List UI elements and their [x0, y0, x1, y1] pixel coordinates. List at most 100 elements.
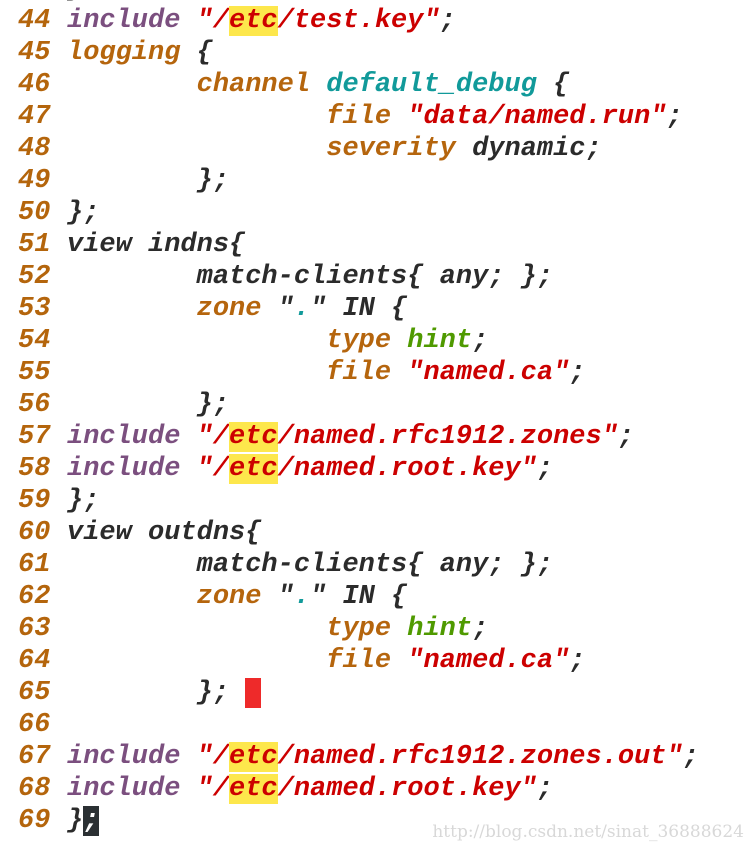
string-literal: /named.rfc1912.zones": [277, 422, 618, 452]
code-line[interactable]: 58 include "/etc/named.root.key";: [18, 453, 699, 485]
code-line[interactable]: 54 type hint;: [18, 325, 699, 357]
code-line[interactable]: 61 match-clients{ any; };: [18, 549, 699, 581]
code-line[interactable]: 44 include "/etc/test.key";: [18, 5, 699, 37]
code-text: view indns{: [67, 230, 246, 260]
code-line[interactable]: 66: [18, 709, 699, 741]
code-line[interactable]: 49 };: [18, 165, 699, 197]
line-number: 45: [18, 38, 51, 68]
string-literal: /named.root.key": [277, 774, 537, 804]
line-number: 52: [18, 262, 51, 292]
code-text: view outdns{: [67, 518, 262, 548]
code-line[interactable]: 50};: [18, 197, 699, 229]
string-literal: "named.ca": [407, 358, 570, 388]
search-match: etc: [229, 422, 278, 452]
code-line[interactable]: 63 type hint;: [18, 613, 699, 645]
code-line[interactable]: 55 file "named.ca";: [18, 357, 699, 389]
keyword: include: [67, 742, 181, 772]
line-number: 60: [18, 518, 51, 548]
string-literal: /test.key": [277, 6, 440, 36]
type-keyword: file: [326, 358, 392, 388]
line-number: 54: [18, 326, 51, 356]
string-literal: "named.ca": [407, 646, 570, 676]
line-number: 59: [18, 486, 51, 516]
code-line[interactable]: 51 view indns{: [18, 229, 699, 261]
code-text: {: [180, 38, 213, 68]
code-text: };: [67, 0, 99, 4]
code-text: match-clients{ any; };: [67, 262, 554, 292]
code-text: ;: [569, 646, 586, 676]
type-keyword: logging: [67, 38, 181, 68]
string-literal: "/: [196, 422, 230, 452]
type-keyword: severity: [326, 134, 456, 164]
type-keyword: type: [326, 614, 392, 644]
code-line[interactable]: 64 file "named.ca";: [18, 645, 699, 677]
code-line[interactable]: 52 match-clients{ any; };: [18, 261, 699, 293]
string-literal: /named.rfc1912.zones.out": [277, 742, 683, 772]
line-number: 53: [18, 294, 51, 324]
line-number: 56: [18, 390, 51, 420]
code-line[interactable]: 62 zone "." IN {: [18, 581, 699, 613]
code-text: ;: [472, 614, 489, 644]
line-number: 50: [18, 198, 51, 228]
line-number: 64: [18, 646, 51, 676]
constant: hint: [407, 326, 473, 356]
code-text: " IN {: [310, 294, 408, 324]
code-line[interactable]: 59};: [18, 485, 699, 517]
watermark: http://blog.csdn.net/sinat_36888624: [432, 822, 744, 842]
string-literal: "/: [196, 6, 230, 36]
string-literal: "/: [196, 454, 230, 484]
code-text: };: [67, 486, 100, 516]
code-line[interactable]: 67 include "/etc/named.rfc1912.zones.out"…: [18, 741, 699, 773]
code-line[interactable]: 68 include "/etc/named.root.key";: [18, 773, 699, 805]
line-number: 68: [18, 774, 51, 804]
string-literal: "/: [196, 742, 230, 772]
code-line[interactable]: 48 severity dynamic;: [18, 133, 699, 165]
type-keyword: file: [326, 102, 392, 132]
identifier: .: [293, 582, 311, 612]
trailing-whitespace-error: [245, 678, 262, 708]
type-keyword: type: [326, 326, 392, 356]
search-match: etc: [229, 774, 278, 804]
code-text: }: [67, 806, 84, 836]
code-text: match-clients{ any; };: [67, 550, 554, 580]
code-line[interactable]: 53 zone "." IN {: [18, 293, 699, 325]
line-number: 69: [18, 806, 51, 836]
code-editor[interactable]: 43};44include "/etc/test.key";45logging …: [18, 0, 699, 837]
code-line[interactable]: 65 };: [18, 677, 699, 709]
code-line[interactable]: 56 };: [18, 389, 699, 421]
code-text: ": [261, 582, 294, 612]
code-line[interactable]: 57 include "/etc/named.rfc1912.zones";: [18, 421, 699, 453]
code-text: ;: [439, 6, 456, 36]
text-cursor: ;: [83, 806, 100, 836]
line-number: 61: [18, 550, 51, 580]
code-line[interactable]: 45 logging {: [18, 37, 699, 69]
line-number: 44: [18, 6, 51, 36]
line-number: 55: [18, 358, 51, 388]
code-line[interactable]: 60 view outdns{: [18, 517, 699, 549]
identifier: default_debug: [326, 70, 537, 100]
keyword: include: [67, 774, 181, 804]
line-number: 46: [18, 70, 51, 100]
line-number: 66: [18, 710, 51, 740]
search-match: etc: [229, 742, 278, 772]
code-line[interactable]: 46 channel default_debug {: [18, 69, 699, 101]
line-number: 48: [18, 134, 51, 164]
type-keyword: channel: [196, 70, 311, 100]
code-text: ;: [617, 422, 635, 452]
code-text: ;: [472, 326, 489, 356]
code-line[interactable]: 47 file "data/named.run";: [18, 101, 699, 133]
string-literal: "data/named.run": [407, 102, 667, 132]
line-number: 65: [18, 678, 51, 708]
